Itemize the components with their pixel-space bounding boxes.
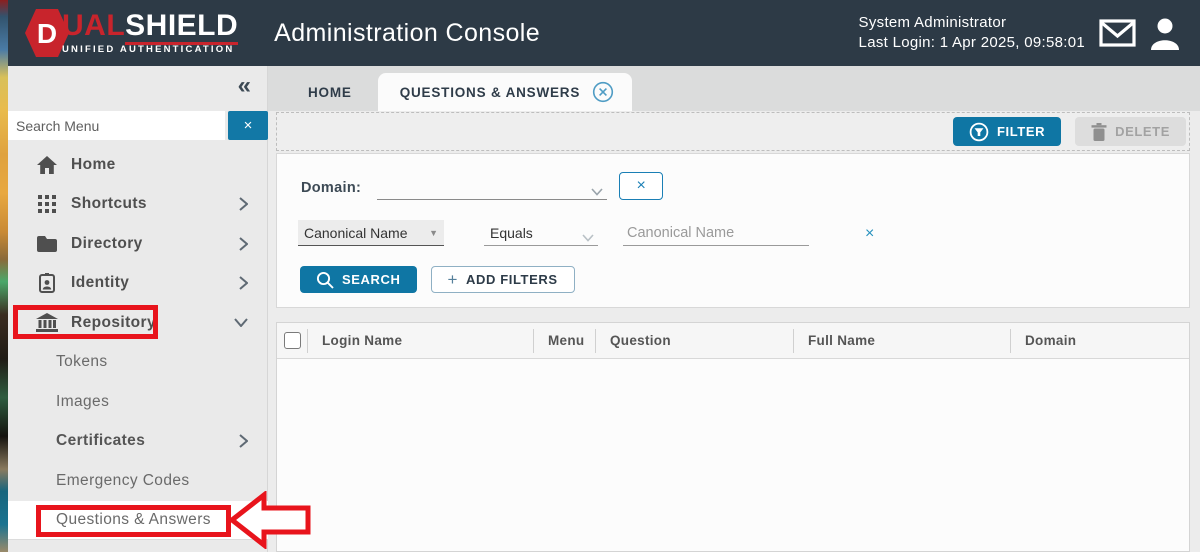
sidebar-search: × bbox=[8, 111, 268, 140]
close-icon: × bbox=[865, 225, 874, 242]
sidebar-item-tokens[interactable]: Tokens bbox=[8, 343, 268, 383]
sidebar-item-emergency-codes[interactable]: Emergency Codes bbox=[8, 461, 268, 501]
sidebar-item-home[interactable]: Home bbox=[8, 145, 268, 185]
filter-panel: Domain: × Canonical Name ▼ Equals × bbox=[276, 153, 1190, 308]
sidebar: « × Home Shortcuts bbox=[8, 66, 268, 552]
chevron-down-icon bbox=[582, 229, 594, 245]
tab-close-icon[interactable] bbox=[592, 81, 614, 103]
user-info: System Administrator Last Login: 1 Apr 2… bbox=[859, 13, 1085, 53]
column-header-login-name[interactable]: Login Name bbox=[307, 329, 533, 353]
search-icon bbox=[316, 271, 334, 289]
sidebar-item-identity[interactable]: Identity bbox=[8, 264, 268, 304]
tab-bar: HOME QUESTIONS & ANSWERS bbox=[268, 66, 1200, 111]
close-icon: × bbox=[636, 177, 645, 194]
sidebar-item-label: Shortcuts bbox=[71, 195, 147, 213]
sidebar-item-label: Repository bbox=[71, 314, 156, 332]
last-login: Last Login: 1 Apr 2025, 09:58:01 bbox=[859, 33, 1085, 53]
tab-home[interactable]: HOME bbox=[282, 73, 378, 111]
table-header-row: Login Name Menu Question Full Name Domai… bbox=[277, 323, 1189, 359]
chevron-down-icon bbox=[591, 183, 603, 199]
select-all-checkbox[interactable] bbox=[284, 332, 301, 349]
user-name: System Administrator bbox=[859, 13, 1085, 33]
app-header: D UALSHIELD UNIFIED AUTHENTICATION Admin… bbox=[8, 0, 1200, 66]
sidebar-item-directory[interactable]: Directory bbox=[8, 224, 268, 264]
tab-questions-answers[interactable]: QUESTIONS & ANSWERS bbox=[378, 73, 632, 111]
page-title: Administration Console bbox=[274, 19, 540, 48]
brand-name: UALSHIELD bbox=[62, 11, 238, 41]
chevron-right-icon bbox=[239, 434, 248, 448]
filter-button[interactable]: FILTER bbox=[953, 117, 1061, 146]
sidebar-item-certificates[interactable]: Certificates bbox=[8, 422, 268, 462]
background-photo-strip bbox=[0, 0, 8, 552]
column-header-domain[interactable]: Domain bbox=[1010, 329, 1189, 353]
close-icon: × bbox=[244, 117, 253, 134]
svg-text:D: D bbox=[37, 18, 57, 49]
delete-button[interactable]: DELETE bbox=[1075, 117, 1186, 146]
filter-value-input[interactable] bbox=[623, 220, 809, 246]
domain-select[interactable] bbox=[377, 174, 607, 200]
sidebar-item-label: Identity bbox=[71, 274, 129, 292]
folder-icon bbox=[35, 236, 59, 252]
brand-tagline: UNIFIED AUTHENTICATION bbox=[62, 44, 238, 55]
sidebar-item-questions-answers[interactable]: Questions & Answers bbox=[8, 501, 268, 541]
column-header-question[interactable]: Question bbox=[595, 329, 793, 353]
sidebar-menu: Home Shortcuts Directory bbox=[8, 145, 268, 540]
mail-icon[interactable] bbox=[1099, 19, 1136, 47]
plus-icon: + bbox=[448, 270, 459, 290]
results-table: Login Name Menu Question Full Name Domai… bbox=[276, 322, 1190, 552]
id-badge-icon bbox=[35, 273, 59, 293]
grid-icon bbox=[35, 195, 59, 213]
chevron-right-icon bbox=[239, 276, 248, 290]
filter-operator-select[interactable]: Equals bbox=[484, 220, 598, 246]
user-profile-icon[interactable] bbox=[1148, 16, 1182, 50]
filter-field-select[interactable]: Canonical Name ▼ bbox=[298, 220, 444, 246]
search-clear-button[interactable]: × bbox=[228, 111, 268, 140]
brand-name-left: UAL bbox=[62, 9, 125, 42]
column-header-menu[interactable]: Menu bbox=[533, 329, 595, 353]
add-filters-button[interactable]: + ADD FILTERS bbox=[431, 266, 575, 293]
sidebar-item-label: Images bbox=[56, 393, 109, 411]
sidebar-item-label: Directory bbox=[71, 235, 143, 253]
filter-icon bbox=[969, 122, 989, 142]
sidebar-item-shortcuts[interactable]: Shortcuts bbox=[8, 185, 268, 225]
search-button[interactable]: SEARCH bbox=[300, 266, 417, 293]
sidebar-item-repository[interactable]: Repository bbox=[8, 303, 268, 343]
search-menu-input[interactable] bbox=[8, 111, 225, 140]
trash-icon bbox=[1091, 123, 1107, 141]
sidebar-collapse-icon[interactable]: « bbox=[238, 74, 251, 98]
sidebar-item-label: Certificates bbox=[56, 432, 145, 450]
chevron-down-icon bbox=[234, 318, 248, 327]
sidebar-item-label: Questions & Answers bbox=[56, 511, 211, 529]
bank-icon bbox=[35, 313, 59, 332]
sidebar-item-label: Tokens bbox=[56, 353, 108, 371]
domain-label: Domain: bbox=[301, 180, 361, 200]
dualshield-logo: D UALSHIELD UNIFIED AUTHENTICATION bbox=[24, 8, 238, 58]
domain-clear-button[interactable]: × bbox=[619, 172, 663, 200]
chevron-right-icon bbox=[239, 197, 248, 211]
sidebar-item-images[interactable]: Images bbox=[8, 382, 268, 422]
sidebar-item-label: Home bbox=[71, 156, 116, 174]
brand-name-right: SHIELD bbox=[125, 9, 238, 45]
chevron-right-icon bbox=[239, 237, 248, 251]
filter-row-clear-icon[interactable]: × bbox=[865, 225, 874, 246]
caret-down-icon: ▼ bbox=[429, 228, 438, 238]
sidebar-item-label: Emergency Codes bbox=[56, 472, 190, 490]
home-icon bbox=[35, 156, 59, 174]
column-header-full-name[interactable]: Full Name bbox=[793, 329, 1010, 353]
action-toolbar: FILTER DELETE bbox=[276, 112, 1190, 151]
